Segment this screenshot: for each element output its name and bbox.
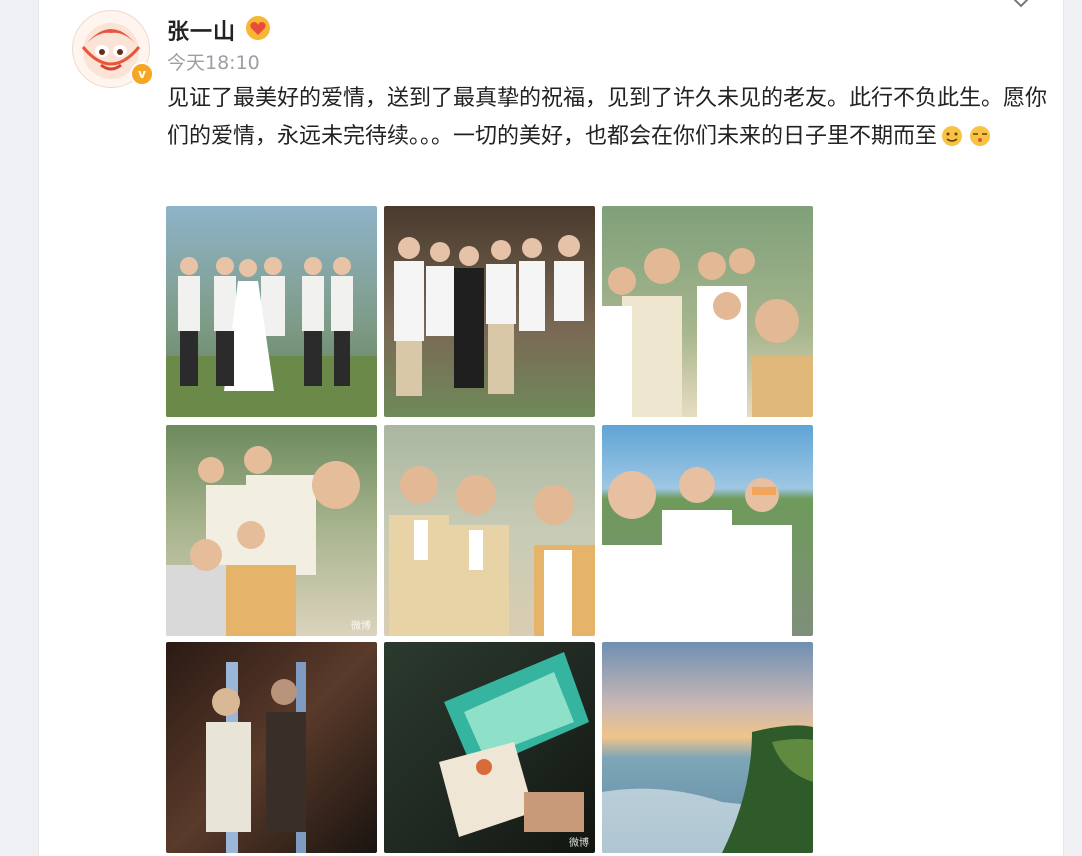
friends-casual-photo[interactable]	[384, 206, 595, 417]
verified-badge: v	[130, 62, 154, 86]
username[interactable]: 张一山	[167, 14, 236, 46]
hug-emoji	[939, 122, 965, 146]
photo-watermark: 微博	[351, 621, 371, 632]
post-timestamp[interactable]: 今天18:10	[167, 48, 260, 75]
kiss-emoji	[967, 122, 993, 146]
photo-watermark: 微博	[569, 838, 589, 849]
chevron-down-icon[interactable]	[1010, 0, 1032, 12]
invitation-card-photo[interactable]: 微博	[384, 642, 595, 853]
tuxedo-group-selfie[interactable]	[602, 206, 813, 417]
post-text: 见证了最美好的爱情，送到了最真挚的祝福，见到了许久未见的老友。此行不负此生。愿你…	[167, 86, 1048, 149]
mirror-photo[interactable]	[166, 642, 377, 853]
gold-heart-badge-icon	[246, 16, 270, 40]
seaside-selfie[interactable]	[602, 425, 813, 636]
post-text-block: 见证了最美好的爱情，送到了最真挚的祝福，见到了许久未见的老友。此行不负此生。愿你…	[167, 80, 1047, 156]
wedding-group-photo[interactable]	[166, 206, 377, 417]
sunset-sea-photo[interactable]	[602, 642, 813, 853]
three-in-suits-photo[interactable]	[384, 425, 595, 636]
garden-selfie[interactable]: 微博	[166, 425, 377, 636]
